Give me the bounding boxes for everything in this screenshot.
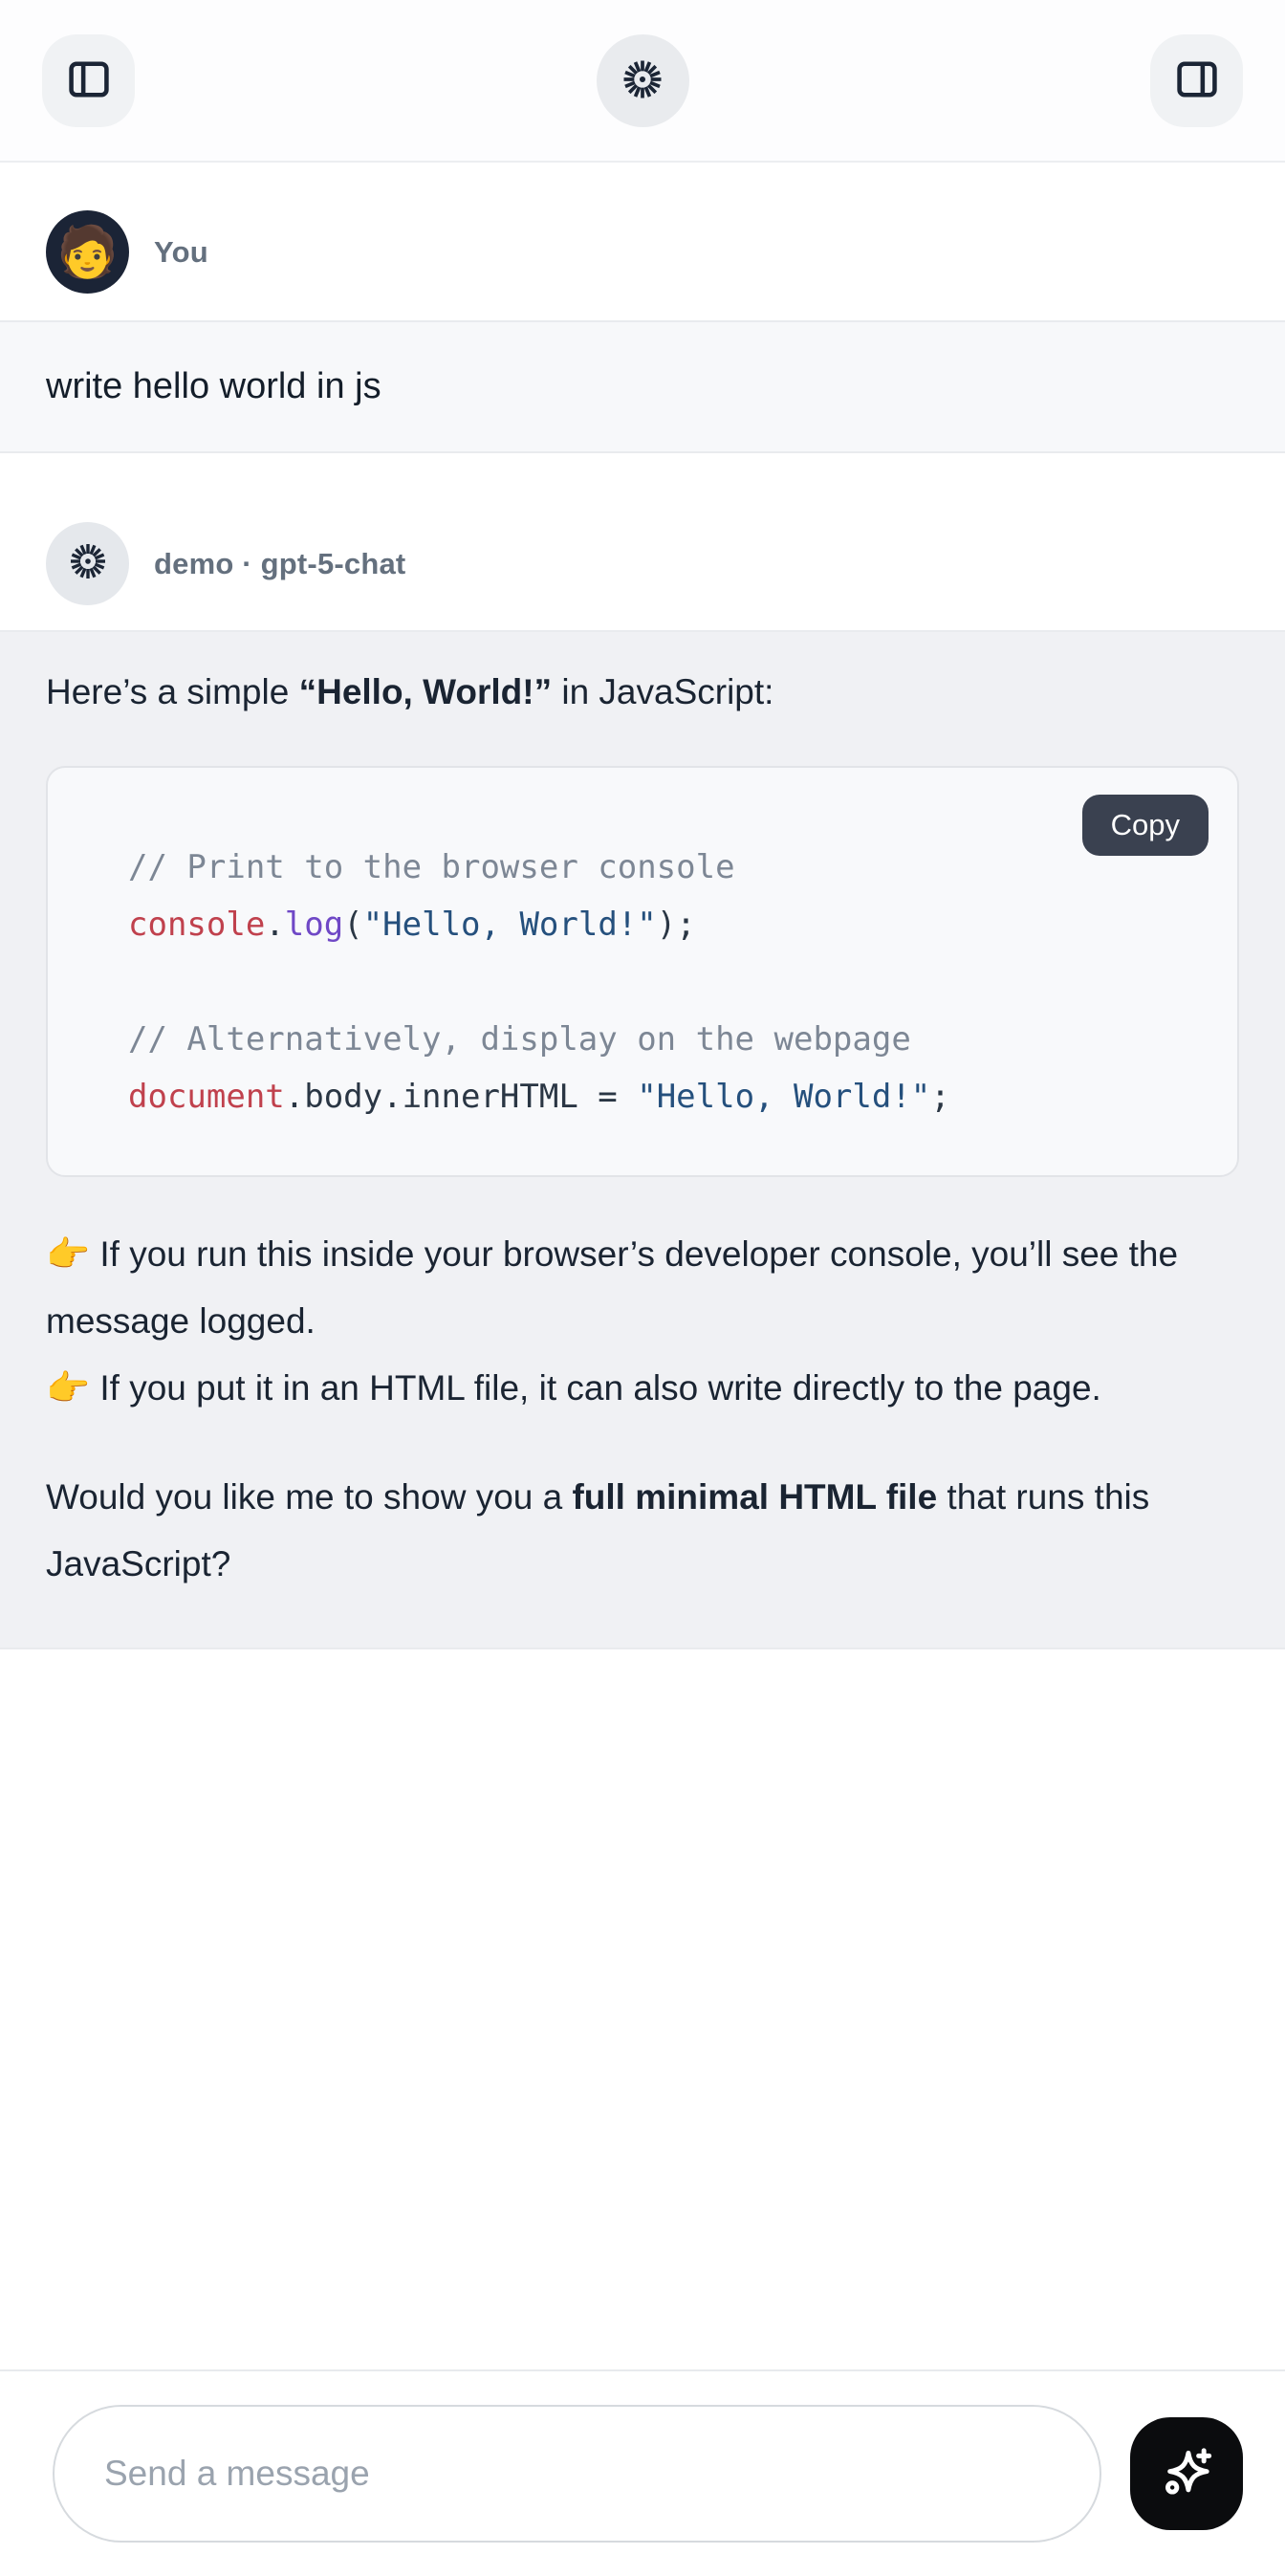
app-logo-button[interactable] — [597, 34, 689, 127]
question-bold-text: full minimal HTML file — [572, 1477, 937, 1517]
assistant-question-paragraph: Would you like me to show you a full min… — [46, 1464, 1239, 1598]
spark-burst-icon — [618, 55, 667, 107]
assistant-avatar — [46, 522, 129, 605]
assistant-sender-name: demo · gpt-5-chat — [154, 547, 405, 581]
user-sender-name: You — [154, 235, 208, 270]
tip-line-1: 👉 If you run this inside your browser’s … — [46, 1221, 1239, 1355]
code-content: // Print to the browser consoleconsole.l… — [128, 839, 1199, 1125]
sidebar-toggle-button[interactable] — [42, 34, 135, 127]
intro-text: Here’s a simple — [46, 672, 299, 711]
panel-right-icon — [1172, 55, 1222, 107]
assistant-tips-paragraph: 👉 If you run this inside your browser’s … — [46, 1221, 1239, 1422]
tip-line-2: 👉 If you put it in an HTML file, it can … — [46, 1355, 1239, 1422]
composer-bar — [0, 2369, 1285, 2576]
assistant-sender-row: demo · gpt-5-chat — [46, 522, 1239, 605]
code-block: Copy // Print to the browser consolecons… — [46, 766, 1239, 1177]
user-sender-row: 🧑 You — [46, 210, 1239, 294]
assistant-intro-paragraph: Here’s a simple “Hello, World!” in JavaS… — [46, 665, 1239, 720]
send-button[interactable] — [1130, 2417, 1243, 2530]
message-input[interactable] — [53, 2405, 1101, 2543]
right-panel-toggle-button[interactable] — [1150, 34, 1243, 127]
code-line: // Print to the browser console — [128, 839, 1199, 896]
copy-code-button[interactable]: Copy — [1082, 795, 1209, 856]
sparkle-icon — [1155, 2441, 1218, 2507]
code-line: // Alternatively, display on the webpage — [128, 1011, 1199, 1068]
intro-bold-text: “Hello, World!” — [299, 672, 552, 711]
user-message-text: write hello world in js — [46, 366, 381, 406]
code-line: document.body.innerHTML = "Hello, World!… — [128, 1068, 1199, 1125]
question-text: Would you like me to show you a — [46, 1477, 572, 1517]
code-line: console.log("Hello, World!"); — [128, 896, 1199, 953]
intro-text-after: in JavaScript: — [552, 672, 773, 711]
assistant-message: Here’s a simple “Hello, World!” in JavaS… — [0, 630, 1285, 1649]
code-line — [128, 953, 1199, 1011]
code-pre: // Print to the browser consoleconsole.l… — [48, 768, 1237, 1175]
user-avatar-emoji: 🧑 — [56, 228, 119, 277]
model-spark-burst-icon — [65, 538, 111, 589]
user-message: write hello world in js — [0, 320, 1285, 453]
user-avatar: 🧑 — [46, 210, 129, 294]
panel-left-icon — [64, 55, 114, 107]
top-bar — [0, 0, 1285, 163]
